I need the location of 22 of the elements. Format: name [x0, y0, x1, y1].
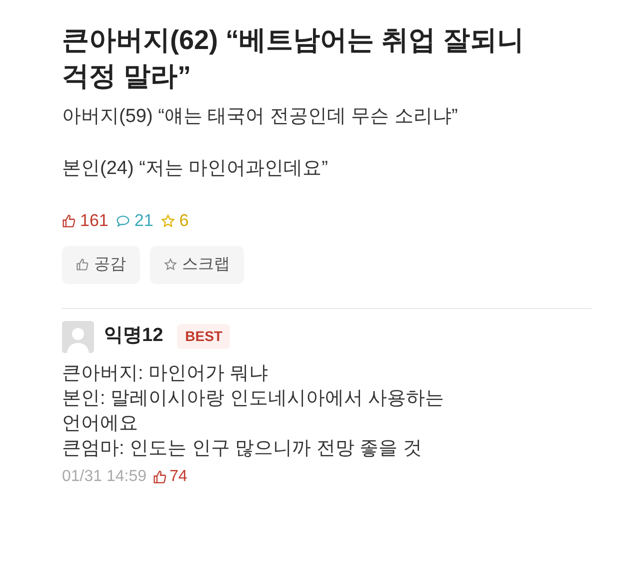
comment-count: 21 [134, 210, 154, 232]
star-icon [164, 258, 177, 271]
comment-text: 큰엄마: 인도는 인구 많으니까 전망 좋을 것 [62, 436, 423, 460]
comment-text: 본인: 말레이시아랑 인도네시아에서 사용하는 언어에요 [62, 386, 446, 436]
post-text: 본인(24) “저는 마인어과인데요” [62, 157, 329, 181]
like-count: 161 [80, 210, 108, 232]
post-text: 아버지(59) “얘는 태국어 전공인데 무슨 소리냐” [62, 105, 459, 129]
post-title: 큰아버지(62) “베트남어는 취업 잘되니 걱정 말라” [62, 24, 526, 93]
comment-author: 익명12 [104, 324, 164, 348]
thumbs-up-icon [62, 214, 76, 228]
like-button[interactable]: 공감 [62, 246, 140, 284]
like-count: 74 [170, 466, 188, 486]
comment-time: 01/31 14:59 [62, 466, 147, 486]
star-icon [161, 214, 176, 228]
comment-text: 큰아버지: 마인어가 뭐냐 [62, 362, 269, 386]
speech-bubble-icon [116, 214, 130, 228]
avatar-icon [62, 320, 94, 352]
thumbs-up-icon [152, 470, 167, 484]
thumbs-up-icon [76, 258, 89, 271]
best-badge: BEST [177, 324, 230, 349]
scrap-button[interactable]: 스크랩 [150, 246, 244, 284]
scrap-count: 6 [179, 210, 189, 232]
